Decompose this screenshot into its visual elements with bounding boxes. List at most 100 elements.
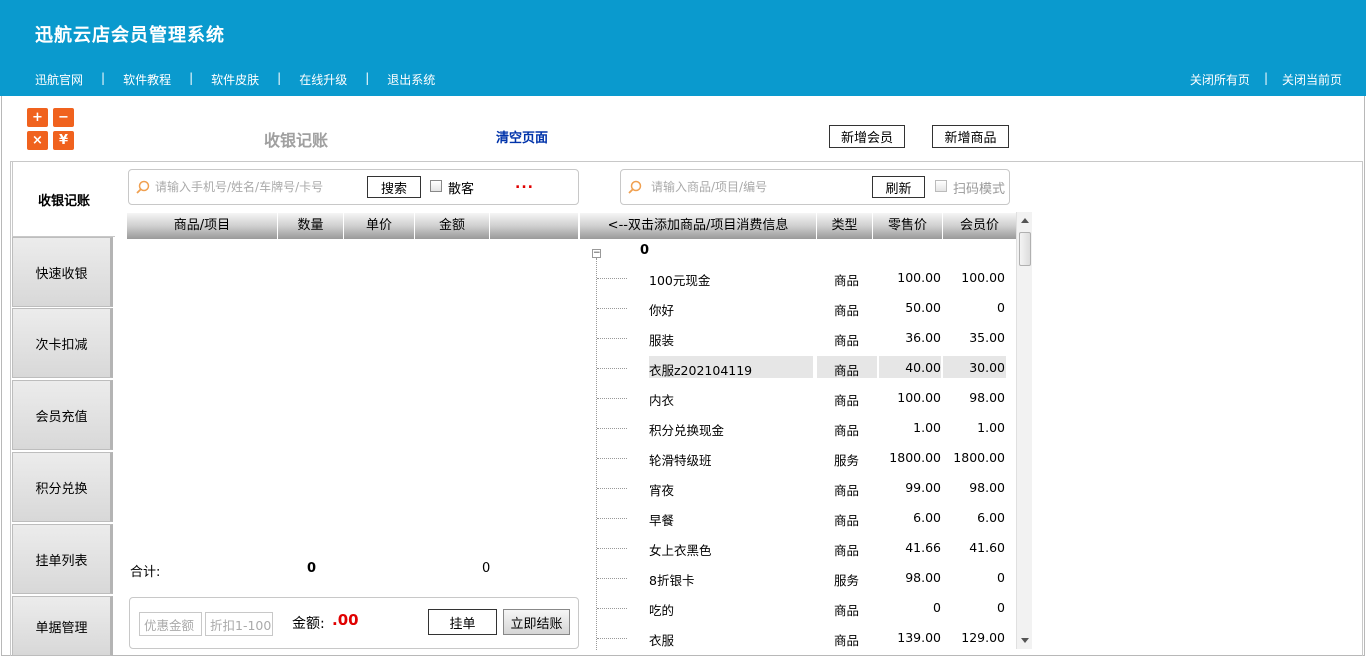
add-product-button[interactable]: 新增商品 xyxy=(932,125,1009,148)
nav-separator: | xyxy=(189,71,194,85)
product-member-price: 30.00 xyxy=(969,360,1005,375)
product-retail-price: 1800.00 xyxy=(889,450,941,465)
tree-connector xyxy=(597,278,627,279)
more-dots[interactable]: ... xyxy=(515,176,534,192)
nav-skin[interactable]: 软件皮肤 xyxy=(211,71,259,88)
product-row[interactable]: 8折银卡 服务 98.00 0 xyxy=(580,566,1016,588)
product-row[interactable]: 服装 商品 36.00 35.00 xyxy=(580,326,1016,348)
nav-upgrade[interactable]: 在线升级 xyxy=(299,71,347,88)
scroll-up-icon[interactable] xyxy=(1021,218,1029,223)
scroll-thumb[interactable] xyxy=(1019,232,1031,266)
product-row[interactable]: 轮滑特级班 服务 1800.00 1800.00 xyxy=(580,446,1016,468)
plus-icon: + xyxy=(27,108,48,127)
nav-separator: | xyxy=(365,71,370,85)
product-row[interactable]: 早餐 商品 6.00 6.00 xyxy=(580,506,1016,528)
product-row[interactable]: 吃的 商品 0 0 xyxy=(580,596,1016,618)
scroll-down-icon[interactable] xyxy=(1021,638,1029,643)
nav-exit[interactable]: 退出系统 xyxy=(387,71,435,88)
cart-col-item: 商品/项目 xyxy=(127,213,278,239)
hold-order-button[interactable]: 挂单 xyxy=(428,609,497,635)
search-icon xyxy=(136,180,150,194)
product-search-input[interactable]: 请输入商品/项目/编号 xyxy=(651,178,767,195)
nav-tutorial[interactable]: 软件教程 xyxy=(123,71,171,88)
discount-amount-input[interactable]: 优惠金额 xyxy=(139,612,202,636)
product-type: 服务 xyxy=(834,573,860,588)
product-row[interactable]: 内衣 商品 100.00 98.00 xyxy=(580,386,1016,408)
tree-connector xyxy=(597,338,627,339)
product-name: 轮滑特级班 xyxy=(649,453,712,468)
tree-connector xyxy=(597,368,627,369)
product-type: 商品 xyxy=(834,543,860,558)
refresh-button[interactable]: 刷新 xyxy=(872,176,925,198)
product-member-price: 41.60 xyxy=(969,540,1005,555)
tree-connector xyxy=(597,518,627,519)
tab-cashier[interactable]: 收银记账 xyxy=(12,161,115,237)
product-name: 8折银卡 xyxy=(649,573,695,588)
product-row[interactable]: 衣服z202104119 商品 40.00 30.00 xyxy=(580,356,1016,378)
walk-in-label: 散客 xyxy=(448,182,475,197)
product-retail-price: 99.00 xyxy=(905,480,941,495)
product-retail-price: 6.00 xyxy=(913,510,941,525)
product-retail-price: 1.00 xyxy=(913,420,941,435)
tab-member-recharge[interactable]: 会员充值 xyxy=(12,380,113,450)
collapse-toggle-icon[interactable]: − xyxy=(592,249,601,258)
scan-mode-checkbox[interactable] xyxy=(935,180,947,192)
product-member-price: 98.00 xyxy=(969,390,1005,405)
product-retail-price: 36.00 xyxy=(905,330,941,345)
product-retail-price: 41.66 xyxy=(905,540,941,555)
product-name: 吃的 xyxy=(649,603,675,618)
product-member-price: 129.00 xyxy=(961,630,1005,645)
app-title: 迅航云店会员管理系统 xyxy=(35,25,225,46)
discount-rate-input[interactable]: 折扣1-100 xyxy=(205,612,273,636)
tab-quick-cashier[interactable]: 快速收银 xyxy=(12,237,113,307)
product-name: 内衣 xyxy=(649,393,675,408)
product-retail-price: 100.00 xyxy=(897,390,941,405)
product-name: 积分兑换现金 xyxy=(649,423,725,438)
checkout-button[interactable]: 立即结账 xyxy=(503,609,570,635)
product-type: 商品 xyxy=(834,393,860,408)
product-row[interactable]: 积分兑换现金 商品 1.00 1.00 xyxy=(580,416,1016,438)
member-search-button[interactable]: 搜索 xyxy=(367,176,421,198)
page-title: 收银记账 xyxy=(264,131,329,150)
product-retail-price: 0 xyxy=(933,600,941,615)
product-row[interactable]: 你好 商品 50.00 0 xyxy=(580,296,1016,318)
product-retail-price: 139.00 xyxy=(897,630,941,645)
cart-grid-header: 商品/项目 数量 单价 金额 xyxy=(127,213,578,239)
clear-page-link[interactable]: 清空页面 xyxy=(496,127,548,146)
product-type: 商品 xyxy=(834,633,860,648)
close-all-pages-link[interactable]: 关闭所有页 xyxy=(1190,71,1250,88)
tree-connector xyxy=(597,398,627,399)
nav-separator: | xyxy=(101,71,106,85)
calculator-icon[interactable]: + − × ¥ xyxy=(27,108,75,150)
tree-connector xyxy=(597,608,627,609)
product-grid-header: <--双击添加商品/项目消费信息 类型 零售价 会员价 xyxy=(580,213,1016,239)
product-name: 衣服z202104119 xyxy=(649,363,753,378)
product-member-price: 6.00 xyxy=(977,510,1005,525)
tab-hold-list[interactable]: 挂单列表 xyxy=(12,524,113,594)
product-row[interactable]: 宵夜 商品 99.00 98.00 xyxy=(580,476,1016,498)
product-row[interactable]: 女上衣黑色 商品 41.66 41.60 xyxy=(580,536,1016,558)
product-col-name: <--双击添加商品/项目消费信息 xyxy=(580,213,817,239)
app-header: 迅航云店会员管理系统 迅航官网 | 软件教程 | 软件皮肤 | 在线升级 | 退… xyxy=(0,0,1366,96)
product-scrollbar[interactable] xyxy=(1016,212,1032,649)
tree-connector xyxy=(597,458,627,459)
cart-col-qty: 数量 xyxy=(278,213,344,239)
close-current-page-link[interactable]: 关闭当前页 xyxy=(1282,71,1342,88)
walk-in-checkbox[interactable] xyxy=(430,180,442,192)
amount-label: 金额: xyxy=(292,616,325,632)
product-row[interactable]: 100元现金 商品 100.00 100.00 xyxy=(580,266,1016,288)
product-name: 早餐 xyxy=(649,513,675,528)
tab-points-exchange[interactable]: 积分兑换 xyxy=(12,452,113,522)
tab-card-deduct[interactable]: 次卡扣减 xyxy=(12,308,113,378)
product-row[interactable]: 衣服 商品 139.00 129.00 xyxy=(580,626,1016,648)
product-col-member: 会员价 xyxy=(959,218,999,233)
member-search-input[interactable]: 请输入手机号/姓名/车牌号/卡号 xyxy=(155,178,323,195)
add-member-button[interactable]: 新增会员 xyxy=(829,125,905,148)
tab-order-manage[interactable]: 单据管理 xyxy=(12,596,113,656)
nav-official-site[interactable]: 迅航官网 xyxy=(35,71,83,88)
tree-group-label[interactable]: 0 xyxy=(640,243,649,258)
nav-separator: | xyxy=(277,71,282,85)
product-name: 100元现金 xyxy=(649,273,711,288)
product-col-retail: 零售价 xyxy=(873,213,943,239)
product-type: 商品 xyxy=(834,363,860,378)
